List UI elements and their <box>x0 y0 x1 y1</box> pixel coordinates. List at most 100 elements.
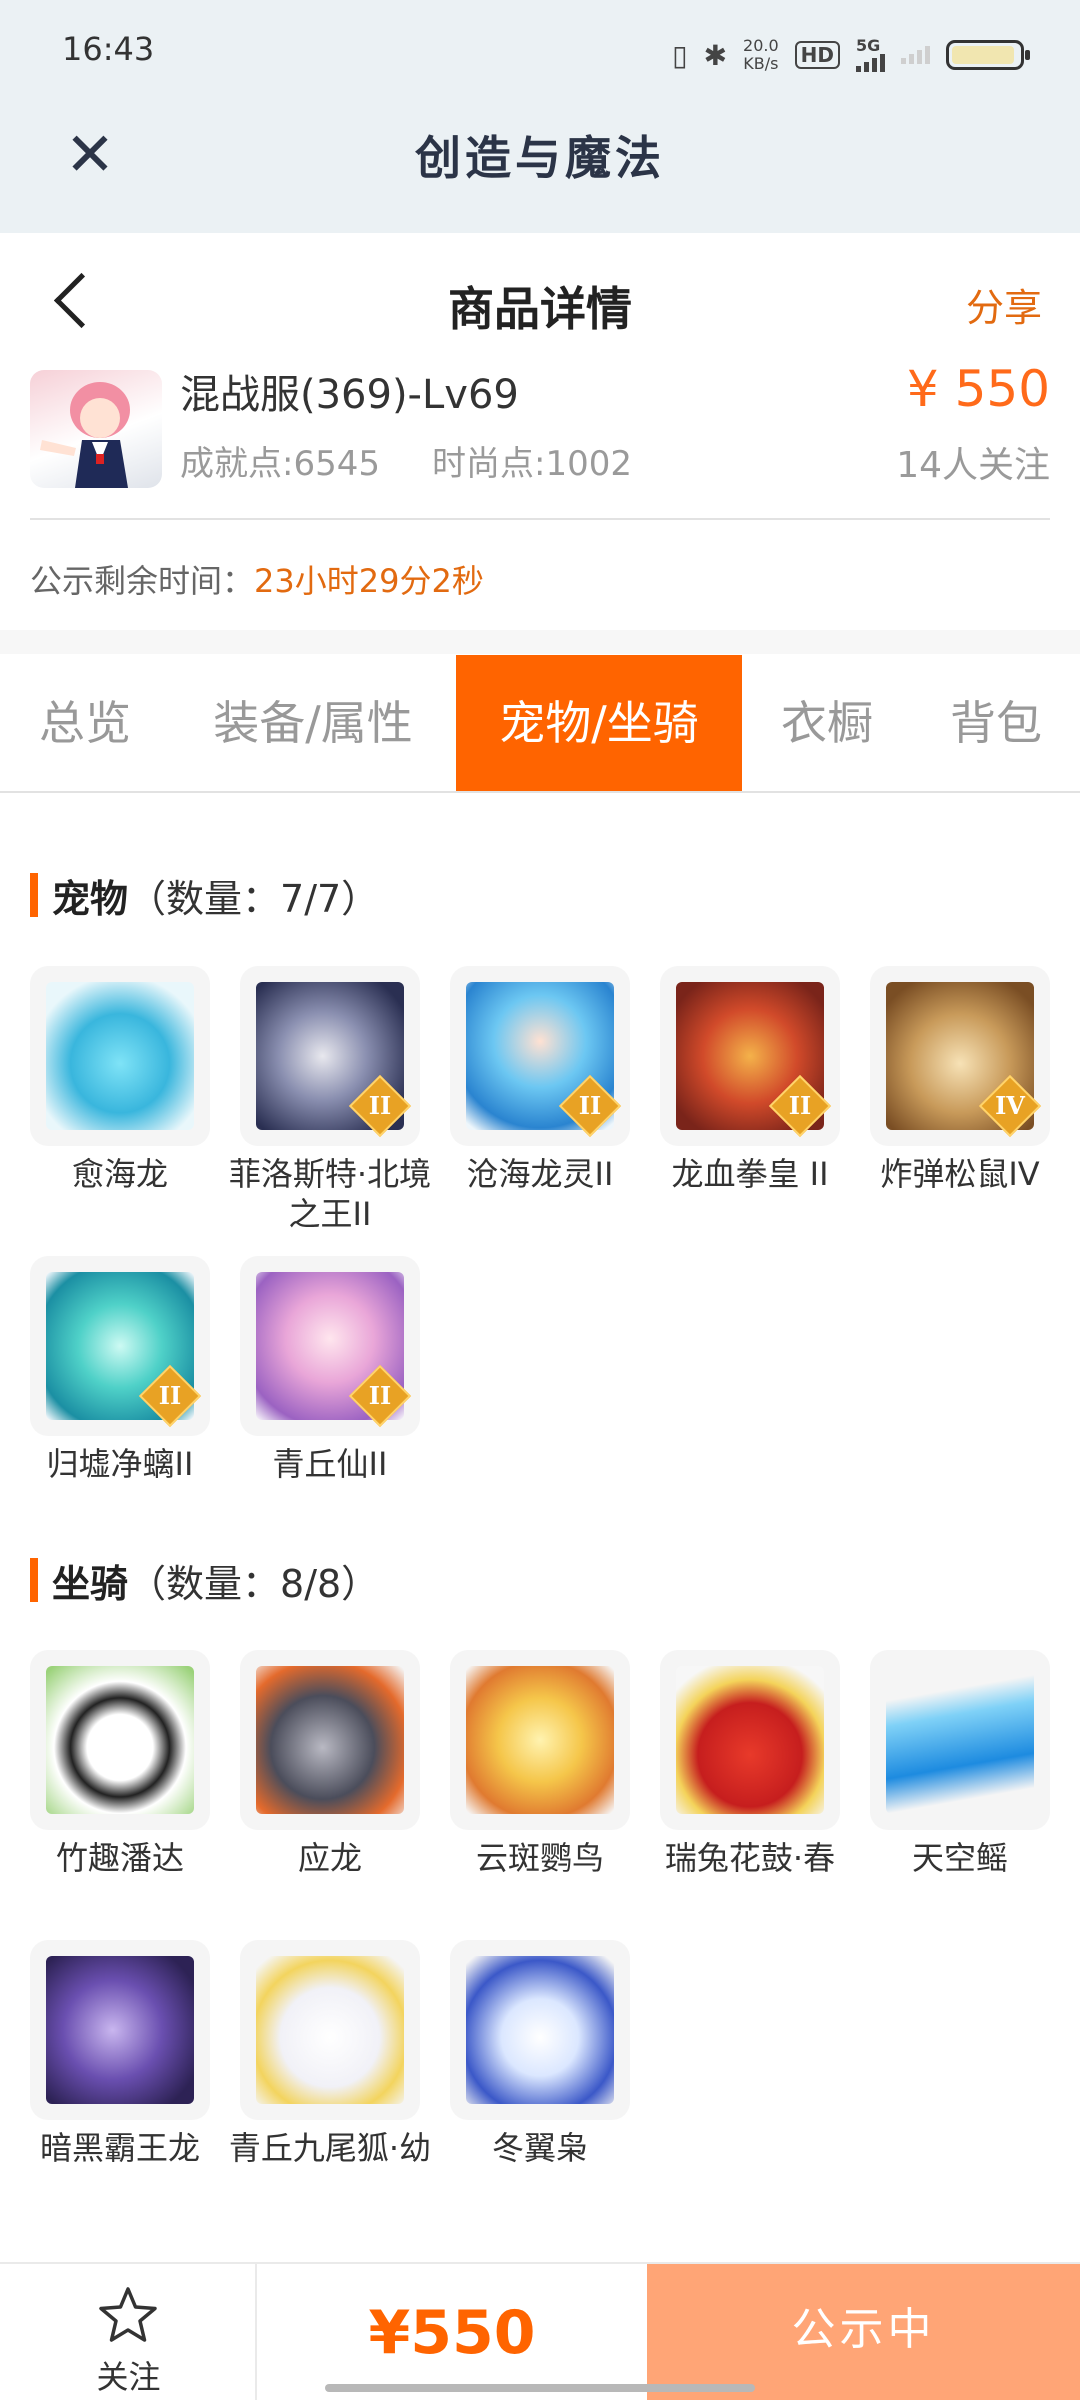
countdown-label: 公示剩余时间： <box>30 562 255 600</box>
network-type: 5G <box>856 36 881 55</box>
mount-name: 冬翼枭 <box>491 2129 588 2167</box>
rank-badge-text: II <box>788 1091 812 1120</box>
signal-5g-icon: 5G <box>856 38 885 72</box>
status-time: 16:43 <box>62 30 155 68</box>
mount-thumbnail <box>30 1940 210 2120</box>
pet-item[interactable]: II 菲洛斯特·北境之王II <box>229 966 431 1234</box>
signal-bars-2-icon <box>901 46 930 64</box>
pets-section-title: 宠物 （数量：7/7） <box>30 870 380 921</box>
tab-bag[interactable]: 背包 <box>912 655 1080 791</box>
top-area: 16:43 ▯ ✱ 20.0 KB/s HD 5G ✕ 创造与魔法 <box>0 0 1080 233</box>
pet-item[interactable]: IV 炸弹松鼠IV <box>870 966 1050 1194</box>
pet-item[interactable]: II 龙血拳皇 II <box>660 966 840 1194</box>
mount-item[interactable]: 瑞兔花鼓·春 <box>660 1650 840 1878</box>
mounts-section-title: 坐骑 （数量：8/8） <box>30 1555 380 1606</box>
pet-thumbnail: IV <box>870 966 1050 1146</box>
section-gap <box>0 630 1080 654</box>
speed-unit: KB/s <box>743 54 779 73</box>
rank-badge-text: II <box>368 1381 392 1410</box>
publicity-status-button[interactable]: 公示中 <box>647 2264 1080 2400</box>
vibrate-icon: ▯ <box>672 38 688 72</box>
status-icons: ▯ ✱ 20.0 KB/s HD 5G <box>672 30 1030 80</box>
pet-name: 青丘仙II <box>272 1445 388 1483</box>
pet-item[interactable]: 愈海龙 <box>30 966 210 1194</box>
tab-bar: 总览 装备/属性 宠物/坐骑 衣橱 背包 <box>0 655 1080 793</box>
tab-overview[interactable]: 总览 <box>0 655 170 791</box>
tab-wardrobe[interactable]: 衣橱 <box>742 655 912 791</box>
publicity-countdown: 公示剩余时间：23小时29分2秒 <box>30 556 484 602</box>
bottom-price: ¥550 <box>368 2298 536 2368</box>
mount-name: 瑞兔花鼓·春 <box>664 1839 836 1877</box>
pet-name: 炸弹松鼠IV <box>880 1155 1040 1193</box>
pet-thumbnail: II <box>240 966 420 1146</box>
pet-thumbnail: II <box>450 966 630 1146</box>
follow-button[interactable]: 关注 <box>0 2264 257 2400</box>
mount-item[interactable]: 青丘九尾狐·幼 <box>229 1940 431 2168</box>
mounts-count: （数量：8/8） <box>128 1561 380 1606</box>
page-title: 商品详情 <box>448 282 632 336</box>
rank-badge-text: II <box>158 1381 182 1410</box>
mount-thumbnail <box>870 1650 1050 1830</box>
battery-icon <box>946 40 1030 70</box>
mount-item[interactable]: 云斑鹦鸟 <box>450 1650 630 1878</box>
share-button[interactable]: 分享 <box>966 277 1042 332</box>
section-marker <box>30 1558 38 1602</box>
page-header: 商品详情 分享 <box>0 233 1080 363</box>
follower-count: 14人关注 <box>896 445 1050 486</box>
mount-thumbnail <box>240 1940 420 2120</box>
mount-name: 应龙 <box>297 1839 362 1877</box>
home-indicator[interactable] <box>325 2384 755 2392</box>
mount-name: 暗黑霸王龙 <box>39 2129 200 2167</box>
mount-name: 云斑鹦鸟 <box>475 1839 604 1877</box>
follow-label: 关注 <box>96 2358 161 2396</box>
mount-name: 天空鳐 <box>911 1839 1008 1877</box>
rank-badge-text: II <box>578 1091 602 1120</box>
network-speed: 20.0 KB/s <box>743 37 779 73</box>
pet-name: 菲洛斯特·北境之王II <box>228 1155 432 1233</box>
rank-badge-text: IV <box>995 1091 1025 1120</box>
pets-count: （数量：7/7） <box>128 876 380 921</box>
mount-item[interactable]: 天空鳐 <box>870 1650 1050 1878</box>
mount-item[interactable]: 应龙 <box>240 1650 420 1878</box>
product-price: ¥ 550 <box>906 360 1050 418</box>
pet-name: 龙血拳皇 II <box>671 1155 829 1193</box>
tab-pets-mounts[interactable]: 宠物/坐骑 <box>456 655 742 791</box>
countdown-value: 23小时29分2秒 <box>254 562 484 600</box>
pet-thumbnail: II <box>240 1256 420 1436</box>
mount-thumbnail <box>660 1650 840 1830</box>
signal-bars-icon <box>856 54 885 72</box>
pet-name: 归墟净螭II <box>46 1445 194 1483</box>
pet-item[interactable]: II 沧海龙灵II <box>450 966 630 1194</box>
hd-icon: HD <box>794 41 840 69</box>
fashion-points: 时尚点:1002 <box>432 444 632 484</box>
mount-name: 青丘九尾狐·幼 <box>228 2129 432 2167</box>
pet-name: 沧海龙灵II <box>466 1155 614 1193</box>
pet-thumbnail: II <box>30 1256 210 1436</box>
mounts-heading: 坐骑 <box>52 1561 129 1606</box>
achievement-points: 成就点:6545 <box>180 444 380 484</box>
mount-thumbnail <box>450 1940 630 2120</box>
speed-value: 20.0 <box>743 36 779 55</box>
mount-thumbnail <box>450 1650 630 1830</box>
mount-item[interactable]: 暗黑霸王龙 <box>30 1940 210 2168</box>
mount-item[interactable]: 冬翼枭 <box>450 1940 630 2168</box>
tab-equipment[interactable]: 装备/属性 <box>170 655 456 791</box>
product-name: 混战服(369)-Lv69 <box>180 372 519 418</box>
mount-name: 竹趣潘达 <box>55 1839 184 1877</box>
character-avatar <box>30 370 162 488</box>
pet-thumbnail: II <box>660 966 840 1146</box>
mount-thumbnail <box>240 1650 420 1830</box>
pets-heading: 宠物 <box>52 876 129 921</box>
rank-badge-text: II <box>368 1091 392 1120</box>
star-icon <box>99 2287 157 2342</box>
bottom-action-bar: 关注 ¥550 公示中 <box>0 2262 1080 2400</box>
app-title: 创造与魔法 <box>415 131 665 185</box>
divider <box>30 518 1050 520</box>
section-marker <box>30 873 38 917</box>
pet-item[interactable]: II 归墟净螭II <box>30 1256 210 1484</box>
pet-thumbnail <box>30 966 210 1146</box>
pet-name: 愈海龙 <box>71 1155 168 1193</box>
mount-thumbnail <box>30 1650 210 1830</box>
mount-item[interactable]: 竹趣潘达 <box>30 1650 210 1878</box>
pet-item[interactable]: II 青丘仙II <box>240 1256 420 1484</box>
